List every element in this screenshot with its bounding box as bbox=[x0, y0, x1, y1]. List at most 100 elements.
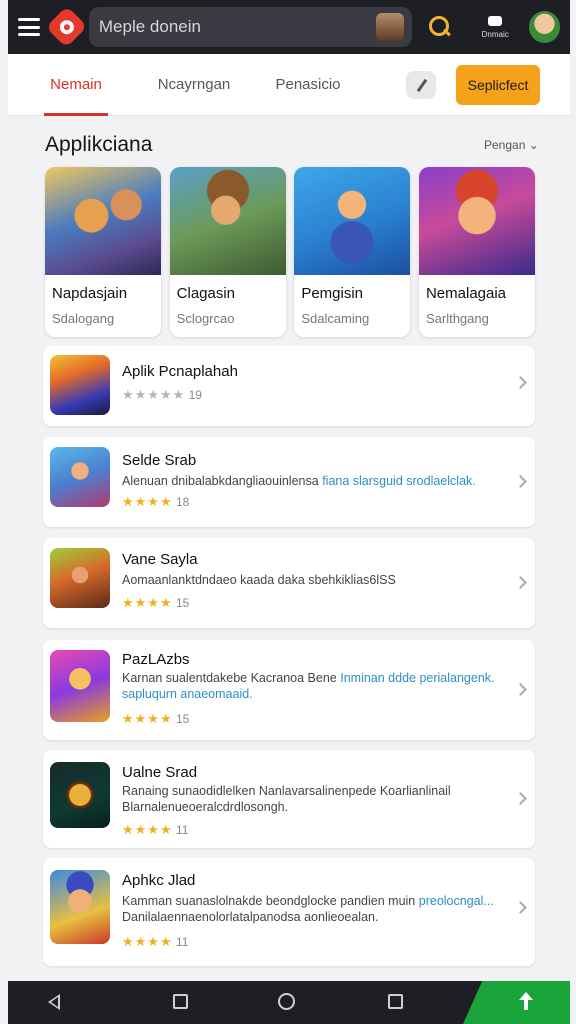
app-description-highlight: preolocngal... bbox=[418, 894, 494, 908]
list-item[interactable]: PazLAzbs Karnan sualentdakebe Kacranoa B… bbox=[43, 640, 535, 740]
list-item[interactable]: Vane Sayla Aomaanlanktdndaeo kaada daka … bbox=[43, 538, 535, 628]
app-description-text: Karnan sualentdakebe Kacranoa Bene bbox=[122, 671, 337, 685]
game-art-cowboy-icon bbox=[169, 167, 286, 275]
featured-card-title: Napdasjain bbox=[52, 285, 128, 302]
app-title: PazLAzbs bbox=[122, 651, 190, 668]
game-icon-arcade-icon bbox=[50, 355, 110, 415]
app-description-highlight: fiana slarsguid srodlaelclak. bbox=[322, 474, 476, 488]
app-description: Ranaing sunaodidlelken Nanlavarsalinenpe… bbox=[122, 783, 502, 815]
game-art-warriors-icon bbox=[45, 167, 161, 275]
app-rating: ★★★★ 11 bbox=[122, 934, 188, 950]
sort-dropdown[interactable]: Pengan ⌄ bbox=[484, 138, 539, 152]
cta-button[interactable]: Seplicfect bbox=[456, 65, 540, 105]
rating-value: 19 bbox=[188, 388, 202, 402]
chevron-right-icon bbox=[514, 376, 527, 389]
app-title: Selde Srab bbox=[122, 452, 197, 469]
rating-stars: ★★★★ bbox=[122, 934, 173, 949]
tab-categories[interactable]: Ncayrngan bbox=[148, 54, 240, 116]
search-input[interactable]: Meple donein bbox=[88, 7, 413, 47]
app-description-text: Alenuan dnibalabkdangliaouinlensa bbox=[122, 474, 319, 488]
home-icon[interactable] bbox=[278, 993, 295, 1010]
featured-card[interactable]: Nemalagaia Sarlthgang bbox=[418, 167, 535, 337]
game-icon-royal-icon bbox=[50, 650, 110, 722]
app-description-highlight: Inminan ddde perialangenk. bbox=[340, 671, 495, 685]
app-description: Karnan sualentdakebe Kacranoa Bene Inmin… bbox=[122, 670, 502, 702]
rating-stars: ★★★★ bbox=[122, 711, 173, 726]
game-icon-racer-icon bbox=[50, 548, 110, 608]
list-item[interactable]: Aphkc Jlad Kamman suanaslolnakde beondgl… bbox=[43, 858, 535, 966]
user-avatar[interactable] bbox=[528, 11, 560, 43]
app-rating: ★★★★ 18 bbox=[122, 494, 189, 510]
search-input-text: Meple donein bbox=[98, 17, 201, 36]
chevron-right-icon bbox=[514, 901, 527, 914]
featured-card-subtitle: Sarlthgang bbox=[425, 311, 489, 326]
app-description: Alenuan dnibalabkdangliaouinlensa fiana … bbox=[122, 473, 502, 489]
chevron-right-icon bbox=[514, 792, 527, 805]
game-art-hero-icon bbox=[418, 167, 535, 275]
featured-card-title: Nemalagaia bbox=[425, 285, 507, 302]
edit-pencil-icon[interactable] bbox=[406, 71, 436, 99]
app-title: Aplik Pcnaplahah bbox=[122, 363, 238, 380]
rating-stars: ★★★★ bbox=[122, 595, 173, 610]
game-icon-buddy-icon bbox=[50, 870, 110, 944]
hamburger-menu-icon[interactable] bbox=[18, 18, 40, 36]
rating-value: 15 bbox=[175, 596, 190, 610]
tab-trending[interactable]: Penasicio bbox=[270, 54, 346, 116]
app-description-more: Blarnalenueoeralcdrdlosongh. bbox=[122, 800, 289, 814]
recents-icon[interactable] bbox=[173, 994, 188, 1009]
featured-card-title: Pemgisin bbox=[301, 285, 364, 302]
list-item[interactable]: Aplik Pcnaplahah ★★★★★ 19 bbox=[43, 346, 535, 426]
tab-home[interactable]: Nemain bbox=[44, 54, 108, 116]
rating-stars: ★★★★★ bbox=[122, 387, 186, 402]
app-title: Aphkc Jlad bbox=[122, 872, 196, 889]
rating-value: 18 bbox=[175, 495, 190, 509]
featured-card-subtitle: Sclogrcao bbox=[176, 311, 235, 326]
profile-shortcut[interactable]: Dnmaic bbox=[472, 15, 519, 39]
app-description-more: sapluqurn anaeomaaid. bbox=[122, 687, 253, 701]
featured-card[interactable]: Clagasin Sclogrcao bbox=[169, 167, 286, 337]
featured-row: Napdasjain Sdalogang Clagasin Sclogrcao … bbox=[45, 167, 535, 337]
search-avatar-thumbnail bbox=[376, 13, 405, 41]
featured-card-title: Clagasin bbox=[176, 285, 236, 302]
app-logo[interactable] bbox=[45, 6, 88, 48]
app-description-text: Kamman suanaslolnakde beondglocke pandie… bbox=[122, 894, 416, 908]
app-title: Vane Sayla bbox=[122, 551, 198, 568]
list-item[interactable]: Ualne Srad Ranaing sunaodidlelken Nanlav… bbox=[43, 750, 535, 848]
app-rating: ★★★★★ 19 bbox=[122, 387, 202, 403]
chevron-right-icon bbox=[514, 475, 527, 488]
overview-icon[interactable] bbox=[388, 994, 403, 1009]
app-description: Kamman suanaslolnakde beondglocke pandie… bbox=[122, 893, 502, 925]
featured-card-subtitle: Sdalogang bbox=[52, 311, 115, 326]
app-description: Aomaanlanktdndaeo kaada daka sbehkiklias… bbox=[122, 572, 502, 588]
rating-stars: ★★★★ bbox=[122, 494, 173, 509]
app-description-text: Ranaing sunaodidlelken Nanlavarsalinenpe… bbox=[122, 784, 451, 798]
game-art-pirate-icon bbox=[294, 167, 411, 275]
rating-value: 11 bbox=[175, 935, 189, 949]
share-arrow-icon[interactable] bbox=[516, 990, 536, 1012]
app-description-more: Danilalaennaenolorlatalpanodsa aonlieoea… bbox=[122, 910, 379, 924]
featured-card-subtitle: Sdalcaming bbox=[301, 311, 370, 326]
search-icon[interactable] bbox=[424, 12, 453, 42]
system-nav-bar bbox=[8, 981, 570, 1024]
app-rating: ★★★★ 11 bbox=[122, 822, 188, 838]
list-item[interactable]: Selde Srab Alenuan dnibalabkdangliaouinl… bbox=[43, 437, 535, 527]
app-description-text: Aomaanlanktdndaeo kaada daka sbehkiklias… bbox=[122, 573, 396, 587]
featured-card[interactable]: Pemgisin Sdalcaming bbox=[294, 167, 411, 337]
game-icon-archer-icon bbox=[50, 447, 110, 507]
controller-icon bbox=[488, 15, 503, 26]
game-icon-emblem-icon bbox=[50, 762, 110, 828]
rating-value: 11 bbox=[175, 823, 189, 837]
app-rating: ★★★★ 15 bbox=[122, 595, 189, 611]
section-title: Applikciana bbox=[45, 133, 153, 156]
chevron-right-icon bbox=[514, 576, 527, 589]
top-app-bar: Meple donein Dnmaic bbox=[8, 0, 570, 54]
chevron-right-icon bbox=[514, 683, 527, 696]
profile-label: Dnmaic bbox=[481, 29, 509, 39]
rating-value: 15 bbox=[175, 712, 190, 726]
rating-stars: ★★★★ bbox=[122, 822, 173, 837]
back-icon[interactable] bbox=[48, 994, 60, 1010]
app-rating: ★★★★ 15 bbox=[122, 711, 189, 727]
featured-card[interactable]: Napdasjain Sdalogang bbox=[45, 167, 161, 337]
tab-bar: Nemain Ncayrngan Penasicio Seplicfect bbox=[8, 54, 570, 116]
app-title: Ualne Srad bbox=[122, 764, 198, 781]
